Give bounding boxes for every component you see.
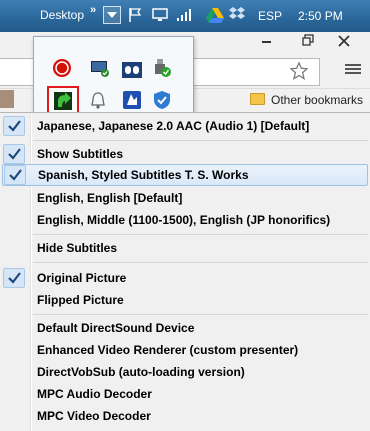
- menu-item-hide-subtitles[interactable]: Hide Subtitles: [0, 237, 370, 259]
- media-player-classic-icon[interactable]: [53, 91, 73, 111]
- folder-icon: [250, 93, 265, 105]
- desktop-toolbar-label[interactable]: Desktop: [40, 8, 84, 22]
- menu-item-label: English, Middle (1100-1500), English (JP…: [37, 213, 331, 227]
- menu-item-label: Hide Subtitles: [37, 241, 118, 255]
- toolbar-chevron-icon[interactable]: »: [90, 4, 96, 16]
- dolby-icon[interactable]: [122, 60, 142, 80]
- lastfm-icon[interactable]: [52, 58, 72, 78]
- dropbox-icon[interactable]: [228, 7, 246, 23]
- menu-item-label: Original Picture: [37, 271, 127, 285]
- menu-item-label: Flipped Picture: [37, 293, 124, 307]
- menu-item-mpc-audio-decoder[interactable]: MPC Audio Decoder: [0, 383, 370, 405]
- checkmark-icon: [8, 272, 21, 284]
- check-box: [3, 268, 25, 288]
- menu-item-label: Show Subtitles: [37, 147, 124, 161]
- other-bookmarks-link[interactable]: Other bookmarks: [271, 93, 363, 107]
- menu-item-show-subtitles[interactable]: Show Subtitles: [0, 143, 370, 165]
- menu-item-label: MPC Audio Decoder: [37, 387, 152, 401]
- menu-item-subtitle-spanish[interactable]: Spanish, Styled Subtitles T. S. Works: [2, 164, 368, 186]
- google-drive-icon[interactable]: [206, 8, 224, 23]
- hamburger-menu-icon[interactable]: [345, 62, 361, 78]
- menu-item-subtitle-english-default[interactable]: English, English [Default]: [0, 187, 370, 209]
- checkmark-icon: [8, 148, 21, 160]
- taskbar: Desktop » ESP 2:50 PM: [0, 0, 370, 32]
- menu-item-label: English, English [Default]: [37, 191, 183, 205]
- close-icon[interactable]: [338, 35, 350, 47]
- menu-item-directsound-device[interactable]: Default DirectSound Device: [0, 317, 370, 339]
- menu-item-directvobsub[interactable]: DirectVobSub (auto-loading version): [0, 361, 370, 383]
- context-menu: Japanese, Japanese 2.0 AAC (Audio 1) [De…: [0, 112, 370, 431]
- bookmark-star-icon[interactable]: [290, 62, 308, 80]
- check-box: [3, 116, 25, 136]
- checkmark-icon: [9, 169, 22, 181]
- clock[interactable]: 2:50 PM: [298, 9, 343, 23]
- check-box: [3, 144, 25, 164]
- action-center-flag-icon[interactable]: [128, 7, 142, 23]
- network-signal-icon[interactable]: [176, 8, 194, 22]
- menu-item-flipped-picture[interactable]: Flipped Picture: [0, 289, 370, 311]
- menu-item-video-renderer[interactable]: Enhanced Video Renderer (custom presente…: [0, 339, 370, 361]
- menu-separator: [33, 262, 368, 263]
- check-box: [4, 165, 26, 185]
- menu-item-label: Enhanced Video Renderer (custom presente…: [37, 343, 299, 357]
- checkmark-icon: [8, 120, 21, 132]
- blue-app-icon[interactable]: [122, 90, 142, 110]
- chevron-down-icon: [107, 12, 117, 18]
- menu-item-mpc-video-decoder[interactable]: MPC Video Decoder: [0, 405, 370, 427]
- menu-item-label: Default DirectSound Device: [37, 321, 195, 335]
- menu-separator: [33, 140, 368, 141]
- menu-item-original-picture[interactable]: Original Picture: [0, 267, 370, 289]
- bell-icon[interactable]: [88, 91, 108, 111]
- minimize-icon[interactable]: [262, 34, 272, 44]
- bookmark-favicon[interactable]: [0, 90, 14, 108]
- security-check-icon[interactable]: [152, 90, 172, 110]
- menu-item-subtitle-english-middle[interactable]: English, Middle (1100-1500), English (JP…: [0, 209, 370, 231]
- menu-item-audio-japanese[interactable]: Japanese, Japanese 2.0 AAC (Audio 1) [De…: [0, 115, 370, 137]
- monitor-check-icon[interactable]: [90, 58, 110, 78]
- menu-item-label: Japanese, Japanese 2.0 AAC (Audio 1) [De…: [37, 119, 310, 133]
- menu-separator: [33, 314, 368, 315]
- show-hidden-icons-button[interactable]: [103, 6, 121, 24]
- input-language-indicator[interactable]: ESP: [258, 9, 282, 23]
- display-icon[interactable]: [152, 8, 168, 22]
- menu-separator: [33, 234, 368, 235]
- volume-icon[interactable]: [200, 7, 202, 9]
- menu-item-label: DirectVobSub (auto-loading version): [37, 365, 245, 379]
- usb-safe-remove-icon[interactable]: [152, 58, 172, 78]
- restore-icon[interactable]: [302, 34, 314, 46]
- menu-item-label: Spanish, Styled Subtitles T. S. Works: [38, 168, 249, 182]
- menu-item-label: MPC Video Decoder: [37, 409, 151, 423]
